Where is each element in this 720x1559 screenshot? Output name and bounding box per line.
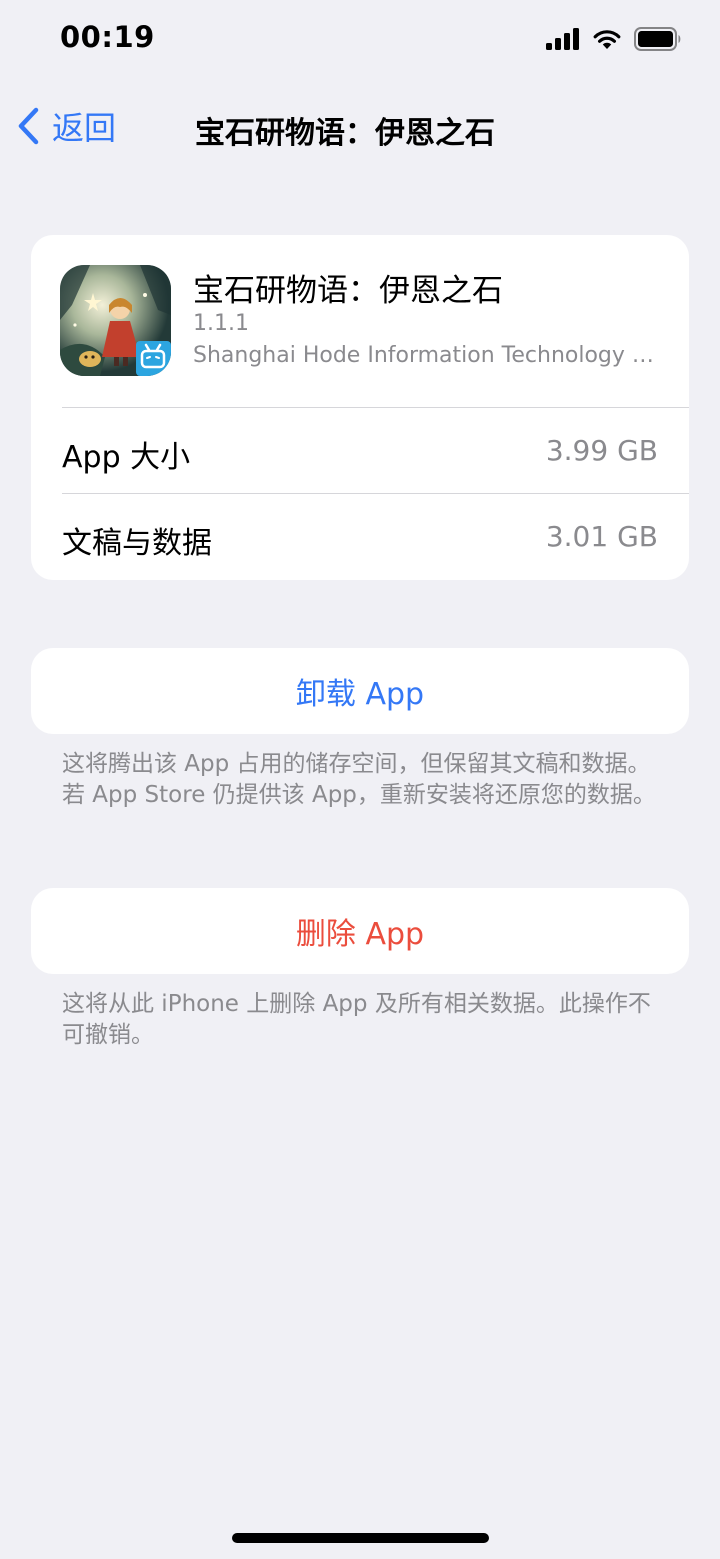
app-icon <box>60 265 171 376</box>
app-developer: Shanghai Hode Information Technology Co.… <box>193 343 663 368</box>
documents-data-value: 3.01 GB <box>545 520 658 553</box>
home-indicator[interactable] <box>232 1533 489 1543</box>
wifi-icon <box>593 30 621 49</box>
documents-data-row: 文稿与数据 3.01 GB <box>31 493 689 579</box>
status-bar: 00:19 <box>0 0 720 80</box>
chevron-left-icon <box>18 107 39 145</box>
delete-app-note: 这将从此 iPhone 上删除 App 及所有相关数据。此操作不可撤销。 <box>62 991 651 1048</box>
back-label: 返回 <box>52 109 117 147</box>
cellular-signal-icon <box>546 28 579 50</box>
app-size-value: 3.99 GB <box>545 434 658 467</box>
status-icons <box>546 26 682 52</box>
delete-app-button[interactable]: 删除 App <box>31 888 689 974</box>
page-title: 宝石研物语：伊恩之石 <box>195 116 495 151</box>
offload-app-note: 这将腾出该 App 占用的储存空间，但保留其文稿和数据。若 App Store … <box>62 751 656 808</box>
app-name: 宝石研物语：伊恩之石 <box>193 273 503 309</box>
back-button[interactable]: 返回 <box>16 102 116 150</box>
navigation-bar: 返回 宝石研物语：伊恩之石 <box>0 90 720 162</box>
offload-app-button[interactable]: 卸载 App <box>31 648 689 734</box>
app-info-card: 宝石研物语：伊恩之石 1.1.1 Shanghai Hode Informati… <box>31 235 689 580</box>
app-size-row: App 大小 3.99 GB <box>31 407 689 493</box>
app-version: 1.1.1 <box>193 311 249 336</box>
delete-app-label: 删除 App <box>295 917 425 952</box>
app-size-label: App 大小 <box>62 440 191 475</box>
battery-icon <box>634 27 681 51</box>
status-time: 00:19 <box>60 20 155 54</box>
documents-data-label: 文稿与数据 <box>62 526 212 561</box>
offload-app-label: 卸载 App <box>295 677 425 712</box>
